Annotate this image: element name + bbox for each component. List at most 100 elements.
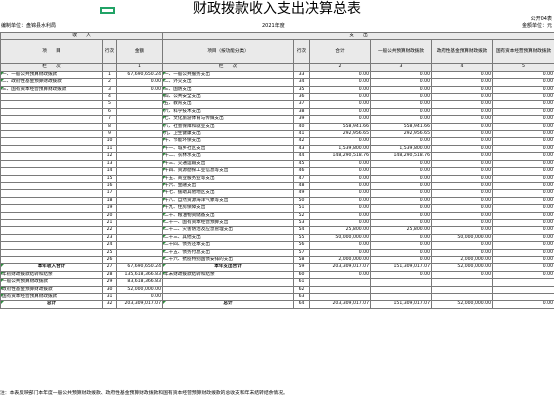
gov-fund-cell[interactable]: 0.00 (431, 181, 494, 191)
income-row-no-cell[interactable]: 4 (102, 93, 117, 102)
expense-row-no-cell[interactable]: 39 (293, 115, 311, 124)
expense-item-cell[interactable]: 二十五、债务付息支出 (162, 248, 295, 257)
gov-fund-cell[interactable]: 0.00 (431, 167, 494, 176)
expense-item-cell[interactable]: 六、科学技术支出 (162, 107, 295, 117)
income-amount-cell[interactable] (115, 130, 164, 139)
income-row-no-cell[interactable]: 11 (102, 144, 117, 154)
state-capital-cell[interactable]: 0.00 (492, 130, 554, 139)
income-row-no-cell[interactable]: 1 (102, 70, 117, 80)
expense-row-no-cell[interactable]: 55 (293, 233, 311, 243)
general-budget-cell[interactable]: 0.00 (370, 159, 433, 169)
expense-item-cell[interactable]: 三、国防支出 (162, 85, 295, 95)
total-cell[interactable]: 0.00 (309, 248, 372, 257)
gov-fund-cell[interactable] (431, 292, 494, 302)
general-budget-cell[interactable]: 0.00 (370, 189, 433, 198)
income-row-no-cell[interactable]: 19 (102, 204, 117, 213)
general-budget-cell[interactable]: 0.00 (370, 218, 433, 228)
gov-fund-cell[interactable]: 2,000,000.00 (431, 255, 494, 265)
general-budget-cell[interactable]: 1,539,800.00 (370, 144, 433, 154)
gov-fund-cell[interactable]: 0.00 (431, 189, 494, 198)
gov-fund-cell[interactable]: 0.00 (431, 270, 494, 280)
income-amount-cell[interactable] (115, 181, 164, 191)
income-amount-cell[interactable] (115, 144, 164, 154)
income-item-cell[interactable] (0, 107, 103, 117)
general-budget-cell[interactable]: 0.00 (370, 85, 433, 95)
income-amount-cell[interactable] (115, 122, 164, 132)
income-item-cell[interactable]: 总计 (0, 300, 103, 309)
income-item-cell[interactable] (0, 167, 103, 176)
income-row-no-cell[interactable]: 31 (102, 292, 117, 302)
expense-row-no-cell[interactable]: 54 (293, 226, 311, 235)
income-item-cell[interactable]: 三、国有资本经营预算财政拨款 (0, 85, 103, 95)
total-cell[interactable]: 0.00 (309, 93, 372, 102)
expense-item-cell[interactable]: 十五、商业服务业等支出 (162, 174, 295, 183)
income-row-no-cell[interactable]: 7 (102, 115, 117, 124)
expense-row-no-cell[interactable]: 49 (293, 189, 311, 198)
income-amount-cell[interactable] (115, 159, 164, 169)
total-cell[interactable]: 0.00 (309, 70, 372, 80)
total-cell[interactable]: 558,941.66 (309, 122, 372, 132)
income-amount-cell[interactable] (115, 100, 164, 109)
expense-item-cell[interactable]: 十四、资源勘探工业信息等支出 (162, 167, 295, 176)
income-row-no-cell[interactable]: 16 (102, 181, 117, 191)
total-cell[interactable] (309, 292, 372, 302)
general-budget-cell[interactable]: 151,309,017.07 (370, 263, 433, 272)
general-budget-cell[interactable]: 0.00 (370, 70, 433, 80)
income-row-no-cell[interactable]: 6 (102, 107, 117, 117)
expense-row-no-cell[interactable]: 41 (293, 130, 311, 139)
expense-item-cell[interactable]: 九、卫生健康支出 (162, 130, 295, 139)
income-item-cell[interactable] (0, 196, 103, 206)
expense-row-no-cell[interactable]: 46 (293, 167, 311, 176)
expense-item-cell[interactable]: 七、文化旅游体育与传媒支出 (162, 115, 295, 124)
general-budget-cell[interactable]: 0.00 (370, 174, 433, 183)
expense-item-cell[interactable]: 四、公共安全支出 (162, 93, 295, 102)
expense-row-no-cell[interactable]: 52 (293, 211, 311, 220)
state-capital-cell[interactable]: 0.00 (492, 226, 554, 235)
expense-row-no-cell[interactable]: 44 (293, 152, 311, 161)
general-budget-cell[interactable]: 0.00 (370, 107, 433, 117)
income-section-header[interactable]: 收 入 (0, 31, 164, 41)
general-budget-cell[interactable]: 0.00 (370, 115, 433, 124)
income-row-no-cell[interactable]: 32 (102, 300, 117, 309)
income-item-cell[interactable]: 本年收入合计 (0, 263, 103, 272)
income-item-cell[interactable]: 一、一般公共预算财政拨款 (0, 70, 103, 80)
state-capital-header[interactable]: 国有资本经营预算财政拨款 (492, 39, 554, 65)
general-budget-cell[interactable]: 0.00 (370, 233, 433, 243)
income-row-no-header[interactable]: 行次 (102, 39, 117, 65)
expense-item-cell[interactable]: 二十二、灾害防治及应急管理支出 (162, 226, 295, 235)
income-amount-cell[interactable] (115, 248, 164, 257)
income-row-no-cell[interactable]: 22 (102, 226, 117, 235)
income-amount-cell[interactable] (115, 218, 164, 228)
gov-fund-cell[interactable]: 52,000,000.00 (431, 300, 494, 309)
state-capital-cell[interactable]: 0.00 (492, 300, 554, 309)
income-item-cell[interactable] (0, 189, 103, 198)
state-capital-cell[interactable]: 0.00 (492, 241, 554, 250)
total-cell[interactable] (309, 285, 372, 295)
state-capital-cell[interactable]: 0.00 (492, 115, 554, 124)
state-capital-cell[interactable]: 0.00 (492, 159, 554, 169)
income-item-cell[interactable] (0, 100, 103, 109)
income-row-no-cell[interactable]: 10 (102, 137, 117, 146)
income-amount-cell[interactable]: 0.00 (115, 85, 164, 95)
gov-fund-cell[interactable]: 52,000,000.00 (431, 263, 494, 272)
expense-item-cell[interactable]: 二十三、其他支出 (162, 233, 295, 243)
expense-row-no-cell[interactable]: 51 (293, 204, 311, 213)
income-amount-cell[interactable] (115, 115, 164, 124)
gov-fund-cell[interactable]: 0.00 (431, 115, 494, 124)
total-cell[interactable]: 0.00 (309, 218, 372, 228)
state-capital-cell[interactable]: 0.00 (492, 100, 554, 109)
income-row-no-cell[interactable]: 26 (102, 255, 117, 265)
total-cell[interactable]: 25,800.00 (309, 226, 372, 235)
state-capital-cell[interactable]: 0.00 (492, 196, 554, 206)
income-amount-cell[interactable]: 52,000,000.00 (115, 285, 164, 295)
expense-row-no-cell[interactable]: 40 (293, 122, 311, 132)
expense-item-cell[interactable]: 二十一、国有资本经营预算支出 (162, 218, 295, 228)
income-amount-cell[interactable] (115, 93, 164, 102)
general-budget-cell[interactable]: 0.00 (370, 211, 433, 220)
income-item-cell[interactable] (0, 93, 103, 102)
lan-ci-right-rowno[interactable] (293, 63, 311, 72)
general-budget-cell[interactable]: 558,941.66 (370, 122, 433, 132)
income-amount-header[interactable]: 金额 (115, 39, 164, 65)
lan-ci-right[interactable]: 栏 次 (162, 63, 295, 72)
income-item-cell[interactable] (0, 130, 103, 139)
